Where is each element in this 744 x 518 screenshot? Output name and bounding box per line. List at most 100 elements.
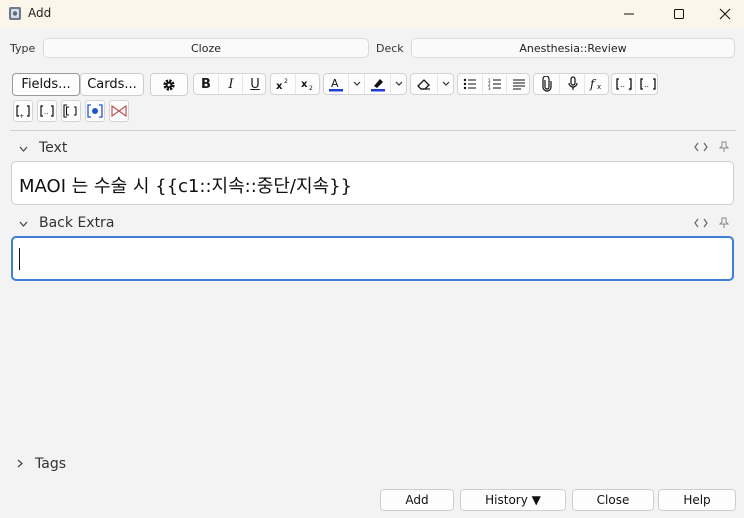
deck-label: Deck — [376, 42, 404, 55]
superscript-button[interactable]: x2 — [271, 74, 295, 94]
collapse-back-extra-field-toggle[interactable] — [19, 219, 28, 230]
double-bracket-button[interactable] — [61, 100, 81, 122]
close-icon — [719, 8, 731, 20]
italic-button[interactable]: I — [218, 74, 243, 94]
svg-text:x: x — [597, 83, 601, 91]
bold-button[interactable]: B — [194, 74, 218, 94]
math-button[interactable]: fx — [584, 74, 610, 94]
superscript-icon: x2 — [276, 78, 288, 90]
history-button[interactable]: History ▼ — [460, 489, 566, 511]
code-icon — [694, 142, 708, 152]
svg-text:f: f — [589, 77, 597, 91]
svg-text:2: 2 — [284, 78, 288, 85]
text-color-button[interactable]: A — [324, 74, 348, 94]
attach-file-button[interactable] — [534, 74, 559, 94]
deck-selector[interactable]: Anesthesia::Review — [411, 38, 735, 58]
tags-label[interactable]: Tags — [35, 456, 66, 472]
add-button[interactable]: Add — [380, 489, 454, 511]
type-label: Type — [10, 42, 36, 55]
align-left-icon — [513, 79, 525, 90]
clear-formatting-dropdown[interactable] — [437, 74, 454, 94]
text-field-sticky-pin[interactable] — [718, 141, 730, 156]
cards-button[interactable]: Cards... — [80, 73, 144, 96]
cloze-icon: .. — [639, 78, 656, 90]
text-cursor — [19, 248, 20, 270]
clear-formatting-button[interactable] — [411, 74, 437, 94]
chevron-down-icon — [442, 81, 450, 86]
html-editor-button[interactable] — [109, 100, 129, 122]
list-group: 123 — [457, 73, 530, 95]
note-type-selector[interactable]: Cloze — [43, 38, 369, 58]
text-field-html-toggle[interactable] — [694, 142, 708, 155]
tags-expand-toggle[interactable] — [17, 459, 23, 471]
maximize-icon — [674, 9, 684, 19]
pin-icon — [718, 217, 730, 228]
minimize-icon — [624, 13, 634, 15]
underline-button[interactable]: U — [242, 74, 267, 94]
numbered-list-icon: 123 — [488, 78, 501, 90]
svg-text:..: .. — [644, 80, 649, 89]
fields-button[interactable]: Fields... — [12, 73, 80, 96]
cloze-same-button[interactable]: .. — [635, 74, 659, 94]
mathjax-block-button[interactable] — [85, 100, 105, 122]
mathjax-block-icon — [87, 104, 103, 118]
chevron-down-icon — [353, 81, 361, 86]
gear-icon — [163, 78, 175, 91]
image-occlusion-button[interactable]: + — [13, 100, 33, 122]
chevron-right-icon — [17, 459, 23, 468]
cloze-icon: + — [16, 105, 30, 118]
svg-text:+: + — [628, 87, 632, 91]
cloze-button[interactable]: .. + — [612, 74, 635, 94]
pin-icon — [718, 141, 730, 152]
chevron-down-icon — [19, 221, 28, 227]
toolbar-separator — [10, 130, 736, 131]
bullet-list-icon — [463, 78, 476, 90]
highlighter-icon — [371, 79, 385, 92]
color-group: A — [323, 73, 407, 95]
back-extra-field-editor[interactable] — [11, 236, 734, 281]
svg-text:..: .. — [44, 108, 48, 116]
alignment-button[interactable] — [506, 74, 531, 94]
unordered-list-button[interactable] — [458, 74, 482, 94]
format-group: B I U — [193, 73, 266, 95]
field-label-back-extra: Back Extra — [39, 215, 115, 231]
bowtie-icon — [111, 104, 127, 118]
text-color-dropdown[interactable] — [348, 74, 365, 94]
chevron-down-icon — [19, 146, 28, 152]
svg-text:x: x — [276, 81, 283, 90]
cloze-icon: ..+ — [615, 78, 632, 91]
ordered-list-button[interactable]: 123 — [482, 74, 507, 94]
close-button[interactable]: Close — [572, 489, 654, 511]
eraser-icon — [417, 79, 430, 90]
field-label-text: Text — [39, 140, 68, 156]
svg-text:A: A — [331, 77, 339, 90]
collapse-text-field-toggle[interactable] — [19, 144, 28, 155]
cloze-group: .. + .. — [611, 73, 658, 95]
code-icon — [694, 218, 708, 228]
back-extra-sticky-pin[interactable] — [718, 217, 730, 232]
svg-text:+: + — [19, 113, 24, 118]
script-group: x2 x2 — [270, 73, 320, 95]
back-extra-html-toggle[interactable] — [694, 218, 708, 231]
chevron-down-icon — [395, 81, 403, 86]
text-color-icon: A — [329, 77, 343, 92]
text-field-content: MAOI 는 수술 시 {{c1::지속::중단/지속}} — [19, 176, 352, 197]
close-window-button[interactable] — [702, 0, 744, 28]
minimize-button[interactable] — [606, 0, 652, 28]
microphone-icon — [567, 76, 578, 90]
maximize-button[interactable] — [656, 0, 702, 28]
help-button[interactable]: Help — [658, 489, 736, 511]
cloze-plain-button[interactable]: .. — [37, 100, 57, 122]
subscript-icon: x2 — [301, 79, 313, 90]
double-bracket-icon — [63, 104, 77, 118]
svg-text:2: 2 — [309, 85, 313, 90]
text-field-editor[interactable]: MAOI 는 수술 시 {{c1::지속::중단/지속}} — [11, 161, 734, 205]
window-title: Add — [28, 6, 52, 20]
highlight-color-dropdown[interactable] — [390, 74, 407, 94]
highlight-color-button[interactable] — [364, 74, 391, 94]
record-audio-button[interactable] — [559, 74, 585, 94]
subscript-button[interactable]: x2 — [295, 74, 320, 94]
function-icon: fx — [589, 77, 601, 91]
anki-app-icon — [9, 7, 21, 20]
note-options-button[interactable] — [150, 73, 188, 96]
